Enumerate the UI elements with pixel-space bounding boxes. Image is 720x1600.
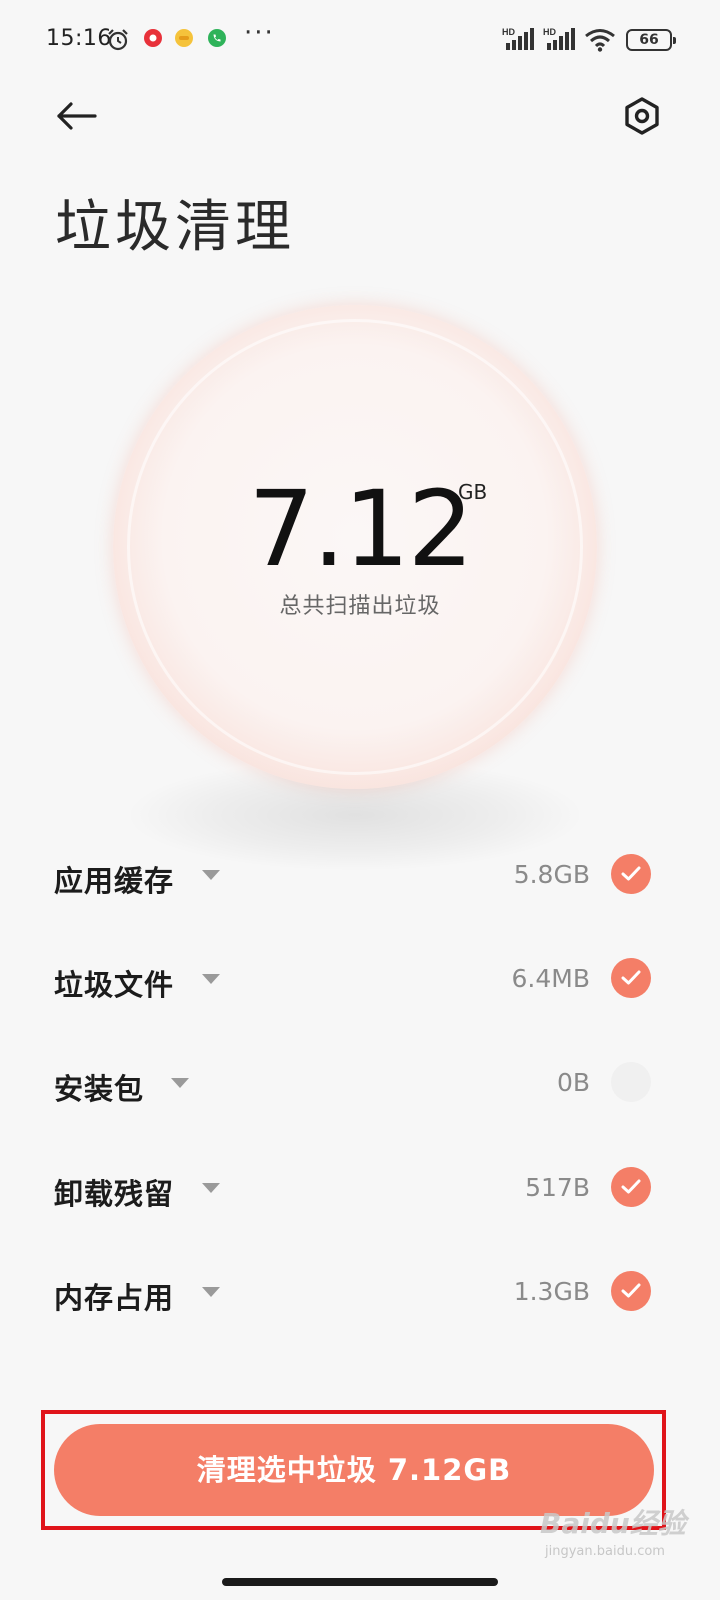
item-size: 5.8GB [513, 860, 590, 889]
check-icon [621, 1283, 641, 1298]
check-icon [621, 1179, 641, 1194]
more-dots-icon: ··· [244, 18, 275, 48]
list-item[interactable]: 内存占用 1.3GB [0, 1251, 720, 1331]
checkbox-unchecked[interactable] [611, 1062, 651, 1102]
wifi-icon [585, 29, 615, 52]
hd-signal-icon: HD [502, 27, 534, 50]
page-title: 垃圾清理 [55, 195, 295, 260]
caret-down-icon[interactable] [202, 870, 220, 880]
item-label: 卸载残留 [54, 1177, 175, 1211]
list-item[interactable]: 安装包 0B [0, 1042, 720, 1122]
back-button[interactable] [52, 92, 100, 140]
checkbox-checked[interactable] [611, 958, 651, 998]
item-size: 1.3GB [513, 1277, 590, 1306]
status-time: 15:16 [46, 26, 112, 51]
home-indicator[interactable] [222, 1578, 498, 1586]
watermark-url: jingyan.baidu.com [545, 1544, 665, 1559]
caret-down-icon[interactable] [202, 974, 220, 984]
svg-text:HD: HD [543, 27, 556, 37]
item-size: 0B [556, 1068, 590, 1097]
svg-text:HD: HD [502, 27, 515, 37]
item-label: 应用缓存 [54, 864, 175, 898]
list-item[interactable]: 卸载残留 517B [0, 1147, 720, 1227]
item-label: 安装包 [54, 1072, 145, 1106]
list-item[interactable]: 垃圾文件 6.4MB [0, 938, 720, 1018]
alarm-icon [108, 29, 128, 51]
item-size: 6.4MB [511, 964, 590, 993]
watermark-logo: Baidu经验 [540, 1507, 686, 1540]
red-app-icon [144, 29, 162, 47]
status-bar: 15:16 ··· HD HD 66 [0, 0, 720, 80]
yellow-app-icon [175, 29, 193, 47]
item-label: 垃圾文件 [54, 968, 175, 1002]
total-junk-unit: GB [458, 480, 488, 504]
checkbox-checked[interactable] [611, 1271, 651, 1311]
caret-down-icon[interactable] [202, 1287, 220, 1297]
hexagon-gear-icon [625, 97, 659, 135]
hd-signal-icon: HD [543, 27, 575, 50]
item-size: 517B [525, 1173, 590, 1202]
battery-icon: 66 [626, 29, 676, 51]
checkbox-checked[interactable] [611, 854, 651, 894]
total-junk-caption: 总共扫描出垃圾 [279, 594, 441, 619]
total-junk-value: 7.12 [248, 468, 474, 590]
green-phone-icon [208, 29, 226, 47]
checkbox-checked[interactable] [611, 1167, 651, 1207]
arrow-left-icon [57, 102, 97, 130]
caret-down-icon[interactable] [202, 1183, 220, 1193]
caret-down-icon[interactable] [171, 1078, 189, 1088]
list-item[interactable]: 应用缓存 5.8GB [0, 834, 720, 914]
item-label: 内存占用 [54, 1281, 175, 1315]
check-icon [621, 970, 641, 985]
check-icon [621, 866, 641, 881]
settings-button[interactable] [618, 92, 666, 140]
